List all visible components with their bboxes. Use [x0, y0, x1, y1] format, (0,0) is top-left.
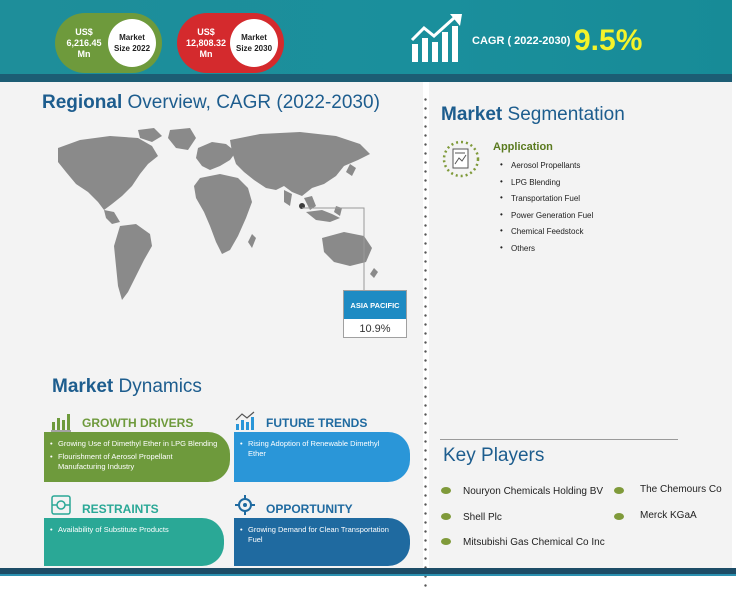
asia-pacific-callout: ASIA PACIFIC 10.9%	[343, 290, 407, 338]
list-item: Power Generation Fuel	[500, 210, 593, 228]
bullet-dot-icon	[441, 487, 451, 494]
market-size-2022-label: Market Size 2022	[108, 19, 156, 67]
regional-overview-title: Regional Overview, CAGR (2022-2030)	[42, 92, 380, 113]
key-player: Mitsubishi Gas Chemical Co Inc	[463, 537, 605, 548]
bullet-dot-icon	[441, 513, 451, 520]
growth-chart-icon	[410, 14, 462, 62]
bar-chart-icon	[51, 414, 71, 432]
key-player: Nouryon Chemicals Holding BV	[463, 486, 604, 497]
market-size-2022-value: US$ 6,216.45 Mn	[66, 27, 102, 59]
segment-list: Aerosol Propellants LPG Blending Transpo…	[500, 160, 593, 261]
header-underline	[0, 74, 732, 82]
market-size-2022-pill: US$ 6,216.45 Mn Market Size 2022	[55, 13, 162, 73]
opportunity-gear-icon	[235, 495, 255, 515]
market-segmentation-title: Market Segmentation	[441, 104, 625, 125]
opportunity-card: Growing Demand for Clean Transportation …	[234, 518, 410, 566]
list-item: Others	[500, 243, 593, 261]
list-item: Transportation Fuel	[500, 193, 593, 211]
list-item: Growing Use of Dimethyl Ether in LPG Ble…	[50, 439, 218, 449]
segment-category: Application	[493, 141, 553, 153]
market-size-2030-pill: US$ 12,808.32 Mn Market Size 2030	[177, 13, 284, 73]
future-trends-heading: FUTURE TRENDS	[266, 416, 368, 430]
opportunity-heading: OPPORTUNITY	[266, 502, 353, 516]
restraint-icon	[51, 495, 71, 515]
list-item: Flourishment of Aerosol Propellant Manuf…	[50, 452, 218, 472]
key-player: Merck KGaA	[640, 510, 697, 521]
document-chart-icon	[442, 140, 480, 178]
key-players-title: Key Players	[443, 445, 545, 466]
cagr-value: 9.5%	[574, 24, 643, 57]
growth-drivers-card: Growing Use of Dimethyl Ether in LPG Ble…	[44, 432, 230, 482]
growth-drivers-heading: GROWTH DRIVERS	[82, 416, 194, 430]
list-item: LPG Blending	[500, 177, 593, 195]
restraints-heading: RESTRAINTS	[82, 502, 159, 516]
restraints-card: Availability of Substitute Products	[44, 518, 224, 566]
market-size-2030-value: US$ 12,808.32 Mn	[185, 27, 227, 59]
bullet-dot-icon	[614, 513, 624, 520]
key-player: The Chemours Co	[640, 484, 722, 495]
market-size-2030-label: Market Size 2030	[230, 19, 278, 67]
key-player: Shell Plc	[463, 512, 502, 523]
list-item: Growing Demand for Clean Transportation …	[240, 525, 398, 545]
list-item: Aerosol Propellants	[500, 160, 593, 178]
list-item: Chemical Feedstock	[500, 226, 593, 244]
market-dynamics-title: Market Dynamics	[52, 376, 202, 397]
dotted-divider	[424, 95, 427, 589]
trend-icon	[235, 411, 255, 430]
list-item: Availability of Substitute Products	[50, 525, 212, 535]
region-label: ASIA PACIFIC	[344, 291, 406, 319]
future-trends-card: Rising Adoption of Renewable Dimethyl Et…	[234, 432, 410, 482]
cagr-label: CAGR ( 2022-2030)	[472, 35, 571, 47]
bullet-dot-icon	[614, 487, 624, 494]
bullet-dot-icon	[441, 538, 451, 545]
key-players-rule	[440, 439, 678, 440]
list-item: Rising Adoption of Renewable Dimethyl Et…	[240, 439, 398, 459]
footer-line	[0, 574, 736, 576]
callout-connector	[302, 207, 365, 292]
region-cagr-value: 10.9%	[359, 323, 391, 335]
